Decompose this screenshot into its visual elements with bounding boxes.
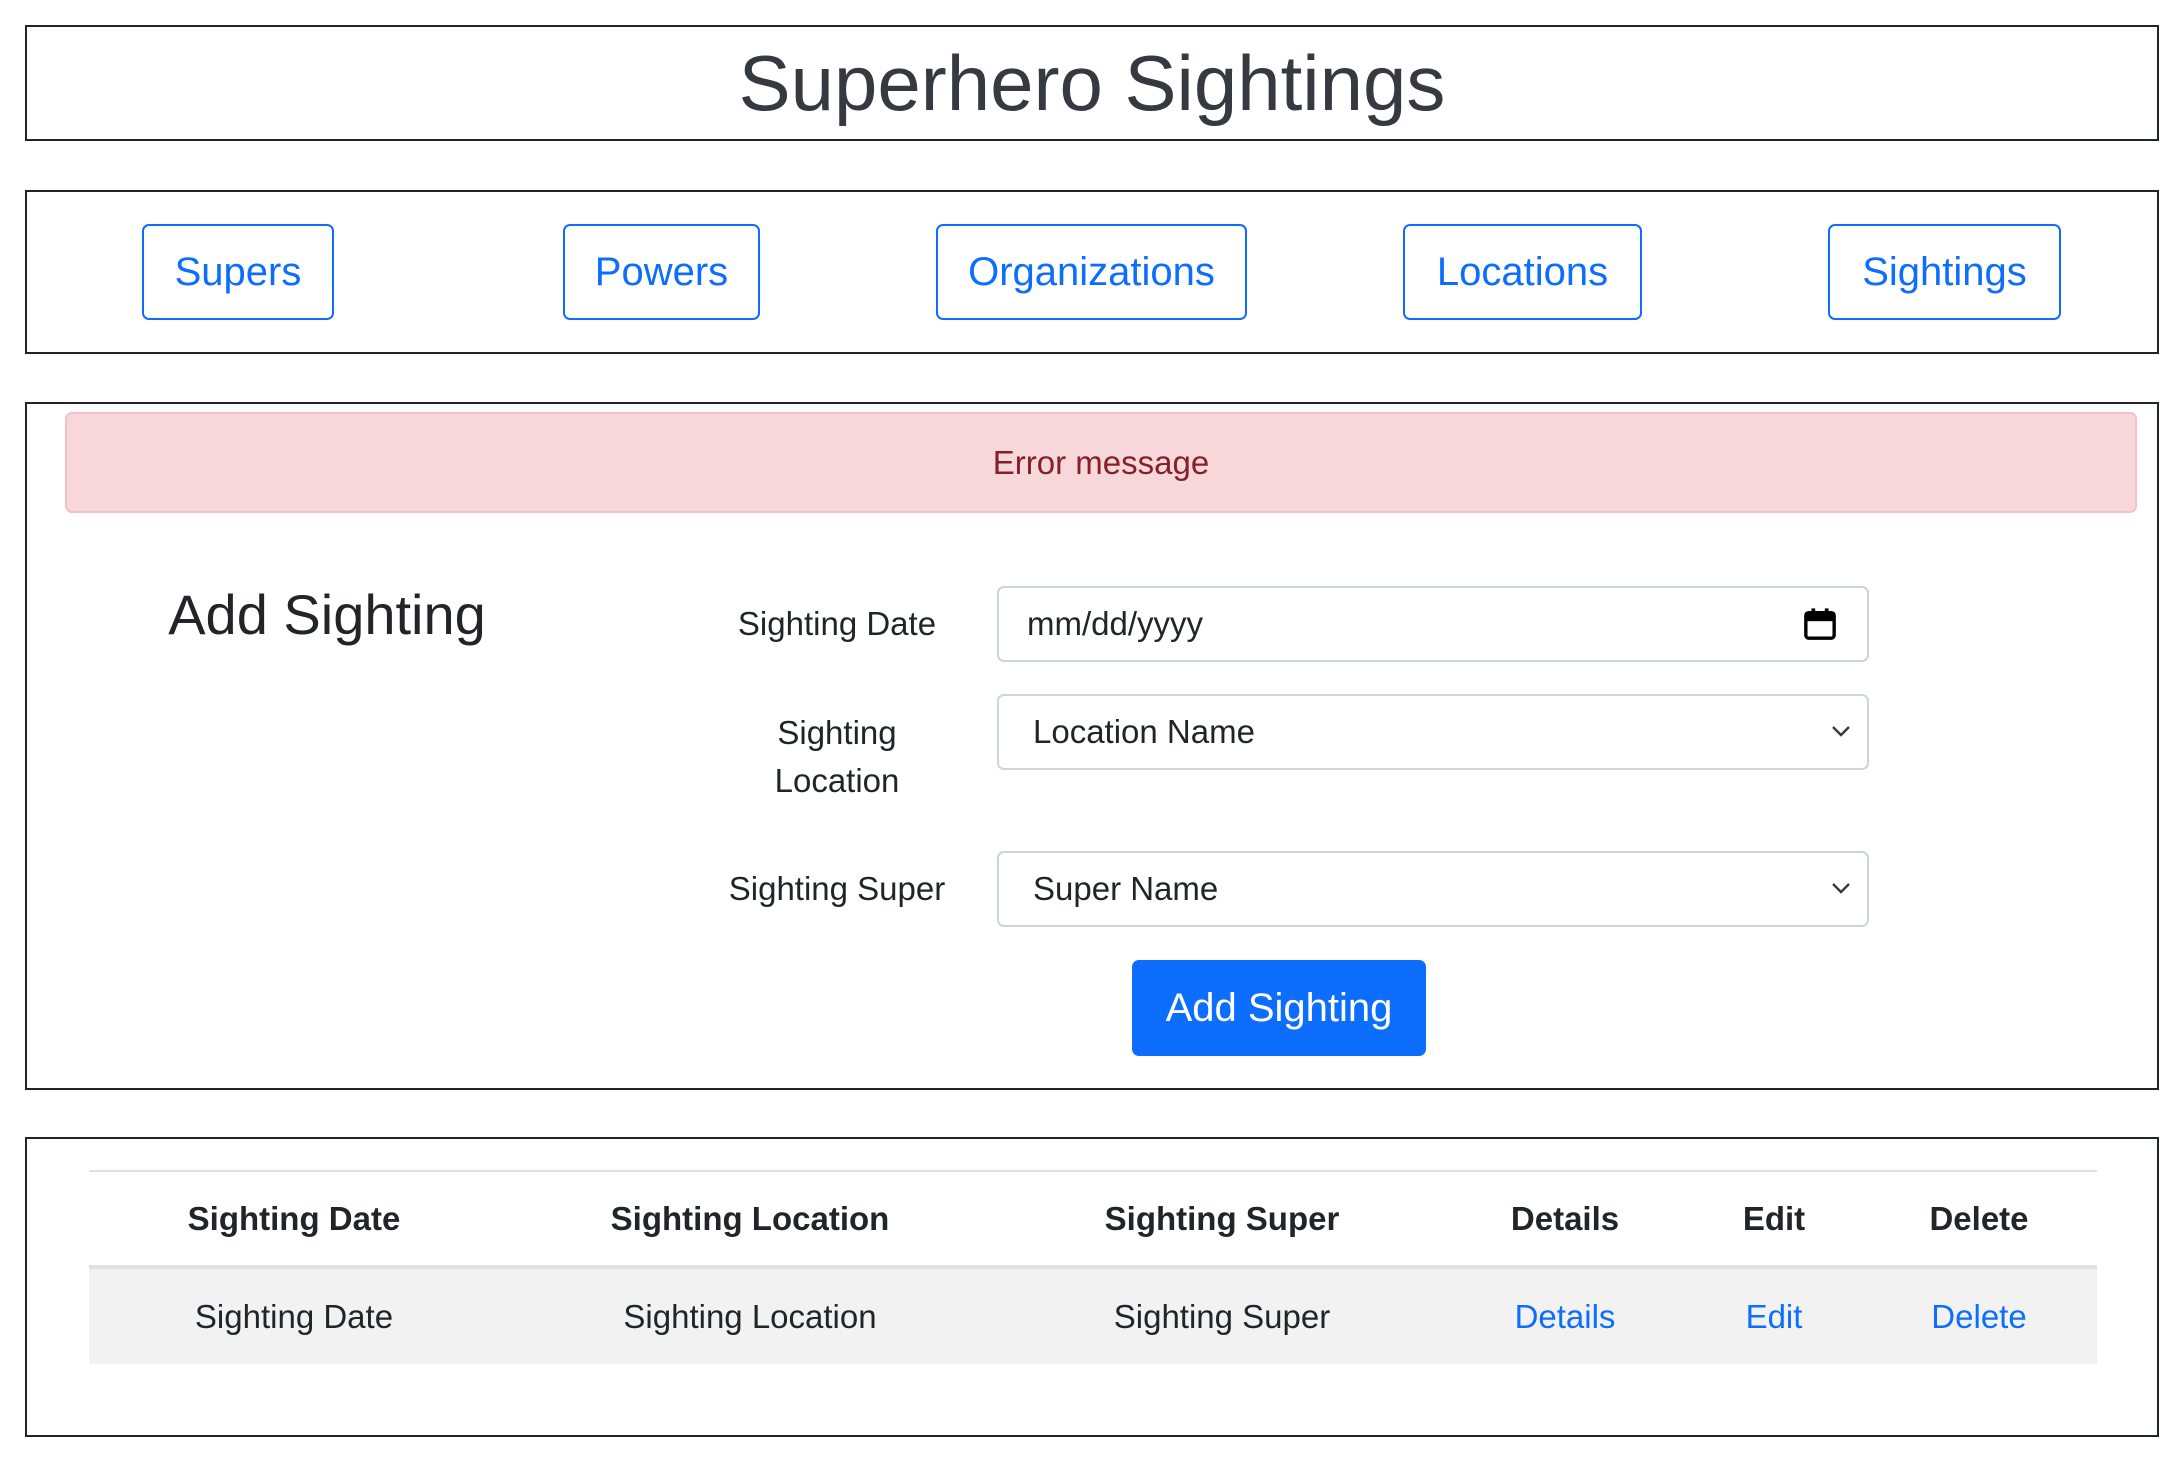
add-sighting-panel: Error message Add Sighting Sighting Date… <box>25 402 2159 1090</box>
nav-sightings-button[interactable]: Sightings <box>1828 224 2061 320</box>
header-delete: Delete <box>1929 1199 2029 1237</box>
nav-organizations-button[interactable]: Organizations <box>936 224 1247 320</box>
header-sighting-super: Sighting Super <box>1104 1199 1340 1237</box>
nav-panel: Supers Powers Organizations Locations Si… <box>25 190 2159 354</box>
header-sighting-location: Sighting Location <box>610 1199 890 1237</box>
header-sighting-date: Sighting Date <box>187 1199 401 1237</box>
cell-sighting-location: Sighting Location <box>499 1267 1001 1364</box>
cell-details: Details <box>1443 1267 1687 1364</box>
edit-link[interactable]: Edit <box>1746 1298 1803 1335</box>
sighting-date-input[interactable]: mm/dd/yyyy <box>997 586 1869 662</box>
cell-sighting-super: Sighting Super <box>1001 1267 1443 1364</box>
location-label-line2: Location <box>774 762 900 799</box>
cell-sighting-date: Sighting Date <box>89 1267 499 1364</box>
sightings-table: Sighting Date Sighting Location Sighting… <box>89 1170 2097 1364</box>
nav-supers-button[interactable]: Supers <box>142 224 334 320</box>
chevron-down-icon <box>1832 883 1850 894</box>
location-selected-value: Location Name <box>1033 713 1255 750</box>
calendar-icon[interactable] <box>1803 607 1837 641</box>
nav-powers-button[interactable]: Powers <box>563 224 760 320</box>
header-details: Details <box>1510 1199 1620 1237</box>
date-placeholder: mm/dd/yyyy <box>1027 605 1204 642</box>
sighting-location-label: Sighting Location <box>707 709 967 805</box>
sighting-date-label: Sighting Date <box>737 605 937 642</box>
table-row: Sighting Date Sighting Location Sighting… <box>89 1267 2097 1364</box>
page: Superhero Sightings Supers Powers Organi… <box>0 0 2178 1464</box>
sighting-super-label: Sighting Super <box>728 870 946 907</box>
page-title: Superhero Sightings <box>738 39 1446 127</box>
sighting-location-select[interactable]: Location Name <box>997 694 1869 770</box>
sighting-super-select[interactable]: Super Name <box>997 851 1869 927</box>
title-panel: Superhero Sightings <box>25 25 2159 141</box>
cell-delete: Delete <box>1861 1267 2097 1364</box>
add-sighting-button[interactable]: Add Sighting <box>1132 960 1426 1056</box>
cell-edit: Edit <box>1687 1267 1861 1364</box>
header-edit: Edit <box>1742 1199 1806 1237</box>
delete-link[interactable]: Delete <box>1931 1298 2026 1335</box>
nav-locations-button[interactable]: Locations <box>1403 224 1642 320</box>
error-alert: Error message <box>65 412 2137 513</box>
location-label-line1: Sighting <box>777 714 897 751</box>
sightings-table-panel: Sighting Date Sighting Location Sighting… <box>25 1137 2159 1437</box>
form-heading: Add Sighting <box>168 583 486 646</box>
super-selected-value: Super Name <box>1033 870 1219 907</box>
chevron-down-icon <box>1832 726 1850 737</box>
details-link[interactable]: Details <box>1515 1298 1616 1335</box>
table-header-row: Sighting Date Sighting Location Sighting… <box>89 1171 2097 1267</box>
